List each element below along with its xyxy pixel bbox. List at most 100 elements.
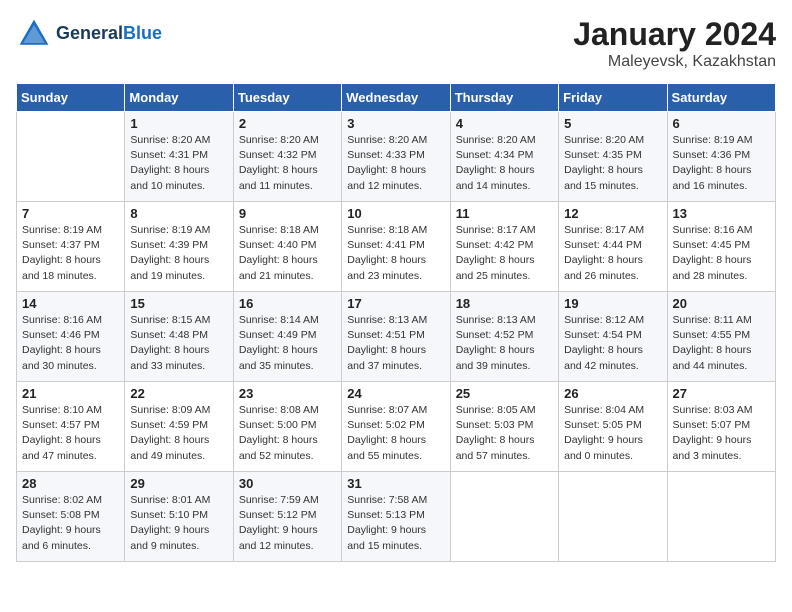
calendar-cell: 25Sunrise: 8:05 AM Sunset: 5:03 PM Dayli…	[450, 382, 558, 472]
day-number: 12	[564, 206, 661, 221]
day-number: 19	[564, 296, 661, 311]
day-number: 17	[347, 296, 444, 311]
calendar-cell: 19 Sunrise: 8:12 AM Sunset: 4:54 PM Dayli…	[559, 292, 667, 382]
day-number: 31	[347, 476, 444, 491]
calendar-cell: 6Sunrise: 8:19 AM Sunset: 4:36 PM Daylig…	[667, 112, 775, 202]
day-info: Sunrise: 8:17 AM Sunset: 4:42 PM Dayligh…	[456, 223, 553, 284]
calendar-cell: 26 Sunrise: 8:04 AM Sunset: 5:05 PM Dayli…	[559, 382, 667, 472]
calendar-week-row: 14Sunrise: 8:16 AM Sunset: 4:46 PM Dayli…	[17, 292, 776, 382]
calendar-cell: 15 Sunrise: 8:15 AM Sunset: 4:48 PM Dayli…	[125, 292, 233, 382]
day-number: 3	[347, 116, 444, 131]
calendar-cell: 2 Sunrise: 8:20 AM Sunset: 4:32 PM Daylig…	[233, 112, 341, 202]
day-number: 5	[564, 116, 661, 131]
day-info: Sunrise: 8:08 AM Sunset: 5:00 PM Dayligh…	[239, 403, 336, 464]
day-number: 16	[239, 296, 336, 311]
day-info: Sunrise: 8:19 AM Sunset: 4:37 PM Dayligh…	[22, 223, 119, 284]
calendar-cell: 4Sunrise: 8:20 AM Sunset: 4:34 PM Daylig…	[450, 112, 558, 202]
day-info: Sunrise: 8:09 AM Sunset: 4:59 PM Dayligh…	[130, 403, 227, 464]
day-info: Sunrise: 8:18 AM Sunset: 4:41 PM Dayligh…	[347, 223, 444, 284]
calendar-cell: 8Sunrise: 8:19 AM Sunset: 4:39 PM Daylig…	[125, 202, 233, 292]
day-info: Sunrise: 8:15 AM Sunset: 4:48 PM Dayligh…	[130, 313, 227, 374]
day-number: 26	[564, 386, 661, 401]
calendar-week-row: 21 Sunrise: 8:10 AM Sunset: 4:57 PM Dayli…	[17, 382, 776, 472]
month-title: January 2024	[573, 16, 776, 53]
logo-text-general: GeneralBlue	[56, 24, 162, 44]
logo: GeneralBlue	[16, 16, 162, 52]
day-number: 2	[239, 116, 336, 131]
calendar-cell: 16 Sunrise: 8:14 AM Sunset: 4:49 PM Dayli…	[233, 292, 341, 382]
calendar-week-row: 7 Sunrise: 8:19 AM Sunset: 4:37 PM Daylig…	[17, 202, 776, 292]
weekday-header-friday: Friday	[559, 84, 667, 112]
day-number: 21	[22, 386, 119, 401]
logo-icon	[16, 16, 52, 52]
calendar-cell: 28Sunrise: 8:02 AM Sunset: 5:08 PM Dayli…	[17, 472, 125, 562]
day-info: Sunrise: 8:13 AM Sunset: 4:51 PM Dayligh…	[347, 313, 444, 374]
calendar-cell: 7 Sunrise: 8:19 AM Sunset: 4:37 PM Daylig…	[17, 202, 125, 292]
calendar-cell: 24 Sunrise: 8:07 AM Sunset: 5:02 PM Dayli…	[342, 382, 450, 472]
day-number: 22	[130, 386, 227, 401]
calendar-cell: 9Sunrise: 8:18 AM Sunset: 4:40 PM Daylig…	[233, 202, 341, 292]
calendar-cell	[450, 472, 558, 562]
day-number: 11	[456, 206, 553, 221]
day-info: Sunrise: 8:20 AM Sunset: 4:33 PM Dayligh…	[347, 133, 444, 194]
calendar-cell	[667, 472, 775, 562]
calendar-week-row: 28Sunrise: 8:02 AM Sunset: 5:08 PM Dayli…	[17, 472, 776, 562]
calendar-cell: 14Sunrise: 8:16 AM Sunset: 4:46 PM Dayli…	[17, 292, 125, 382]
day-info: Sunrise: 8:19 AM Sunset: 4:39 PM Dayligh…	[130, 223, 227, 284]
weekday-header-tuesday: Tuesday	[233, 84, 341, 112]
calendar-cell: 23Sunrise: 8:08 AM Sunset: 5:00 PM Dayli…	[233, 382, 341, 472]
weekday-header-wednesday: Wednesday	[342, 84, 450, 112]
day-info: Sunrise: 8:14 AM Sunset: 4:49 PM Dayligh…	[239, 313, 336, 374]
day-number: 13	[673, 206, 770, 221]
day-info: Sunrise: 8:20 AM Sunset: 4:32 PM Dayligh…	[239, 133, 336, 194]
day-number: 7	[22, 206, 119, 221]
day-info: Sunrise: 8:10 AM Sunset: 4:57 PM Dayligh…	[22, 403, 119, 464]
calendar-cell: 1 Sunrise: 8:20 AM Sunset: 4:31 PM Daylig…	[125, 112, 233, 202]
day-number: 20	[673, 296, 770, 311]
day-info: Sunrise: 8:20 AM Sunset: 4:31 PM Dayligh…	[130, 133, 227, 194]
day-info: Sunrise: 8:20 AM Sunset: 4:34 PM Dayligh…	[456, 133, 553, 194]
day-info: Sunrise: 8:12 AM Sunset: 4:54 PM Dayligh…	[564, 313, 661, 374]
day-number: 24	[347, 386, 444, 401]
calendar-cell: 31Sunrise: 7:58 AM Sunset: 5:13 PM Dayli…	[342, 472, 450, 562]
calendar-cell: 20 Sunrise: 8:11 AM Sunset: 4:55 PM Dayli…	[667, 292, 775, 382]
calendar-table: SundayMondayTuesdayWednesdayThursdayFrid…	[16, 83, 776, 562]
calendar-cell	[17, 112, 125, 202]
calendar-week-row: 1 Sunrise: 8:20 AM Sunset: 4:31 PM Daylig…	[17, 112, 776, 202]
weekday-header-monday: Monday	[125, 84, 233, 112]
weekday-header-saturday: Saturday	[667, 84, 775, 112]
day-info: Sunrise: 8:18 AM Sunset: 4:40 PM Dayligh…	[239, 223, 336, 284]
weekday-header-sunday: Sunday	[17, 84, 125, 112]
day-info: Sunrise: 8:04 AM Sunset: 5:05 PM Dayligh…	[564, 403, 661, 464]
day-info: Sunrise: 8:07 AM Sunset: 5:02 PM Dayligh…	[347, 403, 444, 464]
day-number: 25	[456, 386, 553, 401]
calendar-cell: 30Sunrise: 7:59 AM Sunset: 5:12 PM Dayli…	[233, 472, 341, 562]
calendar-cell: 18Sunrise: 8:13 AM Sunset: 4:52 PM Dayli…	[450, 292, 558, 382]
day-info: Sunrise: 8:17 AM Sunset: 4:44 PM Dayligh…	[564, 223, 661, 284]
calendar-cell: 29Sunrise: 8:01 AM Sunset: 5:10 PM Dayli…	[125, 472, 233, 562]
calendar-cell: 3 Sunrise: 8:20 AM Sunset: 4:33 PM Daylig…	[342, 112, 450, 202]
weekday-header-thursday: Thursday	[450, 84, 558, 112]
calendar-cell: 12 Sunrise: 8:17 AM Sunset: 4:44 PM Dayli…	[559, 202, 667, 292]
day-number: 18	[456, 296, 553, 311]
calendar-cell: 5 Sunrise: 8:20 AM Sunset: 4:35 PM Daylig…	[559, 112, 667, 202]
calendar-cell: 13Sunrise: 8:16 AM Sunset: 4:45 PM Dayli…	[667, 202, 775, 292]
day-info: Sunrise: 8:01 AM Sunset: 5:10 PM Dayligh…	[130, 493, 227, 554]
day-info: Sunrise: 7:59 AM Sunset: 5:12 PM Dayligh…	[239, 493, 336, 554]
title-block: January 2024 Maleyevsk, Kazakhstan	[573, 16, 776, 71]
calendar-cell: 27Sunrise: 8:03 AM Sunset: 5:07 PM Dayli…	[667, 382, 775, 472]
calendar-cell: 10 Sunrise: 8:18 AM Sunset: 4:41 PM Dayli…	[342, 202, 450, 292]
day-info: Sunrise: 8:20 AM Sunset: 4:35 PM Dayligh…	[564, 133, 661, 194]
page-header: GeneralBlue January 2024 Maleyevsk, Kaza…	[16, 16, 776, 71]
calendar-cell	[559, 472, 667, 562]
day-number: 6	[673, 116, 770, 131]
day-number: 1	[130, 116, 227, 131]
calendar-cell: 11 Sunrise: 8:17 AM Sunset: 4:42 PM Dayli…	[450, 202, 558, 292]
weekday-header-row: SundayMondayTuesdayWednesdayThursdayFrid…	[17, 84, 776, 112]
day-number: 10	[347, 206, 444, 221]
day-number: 15	[130, 296, 227, 311]
day-info: Sunrise: 8:11 AM Sunset: 4:55 PM Dayligh…	[673, 313, 770, 374]
day-number: 14	[22, 296, 119, 311]
day-number: 28	[22, 476, 119, 491]
day-number: 27	[673, 386, 770, 401]
